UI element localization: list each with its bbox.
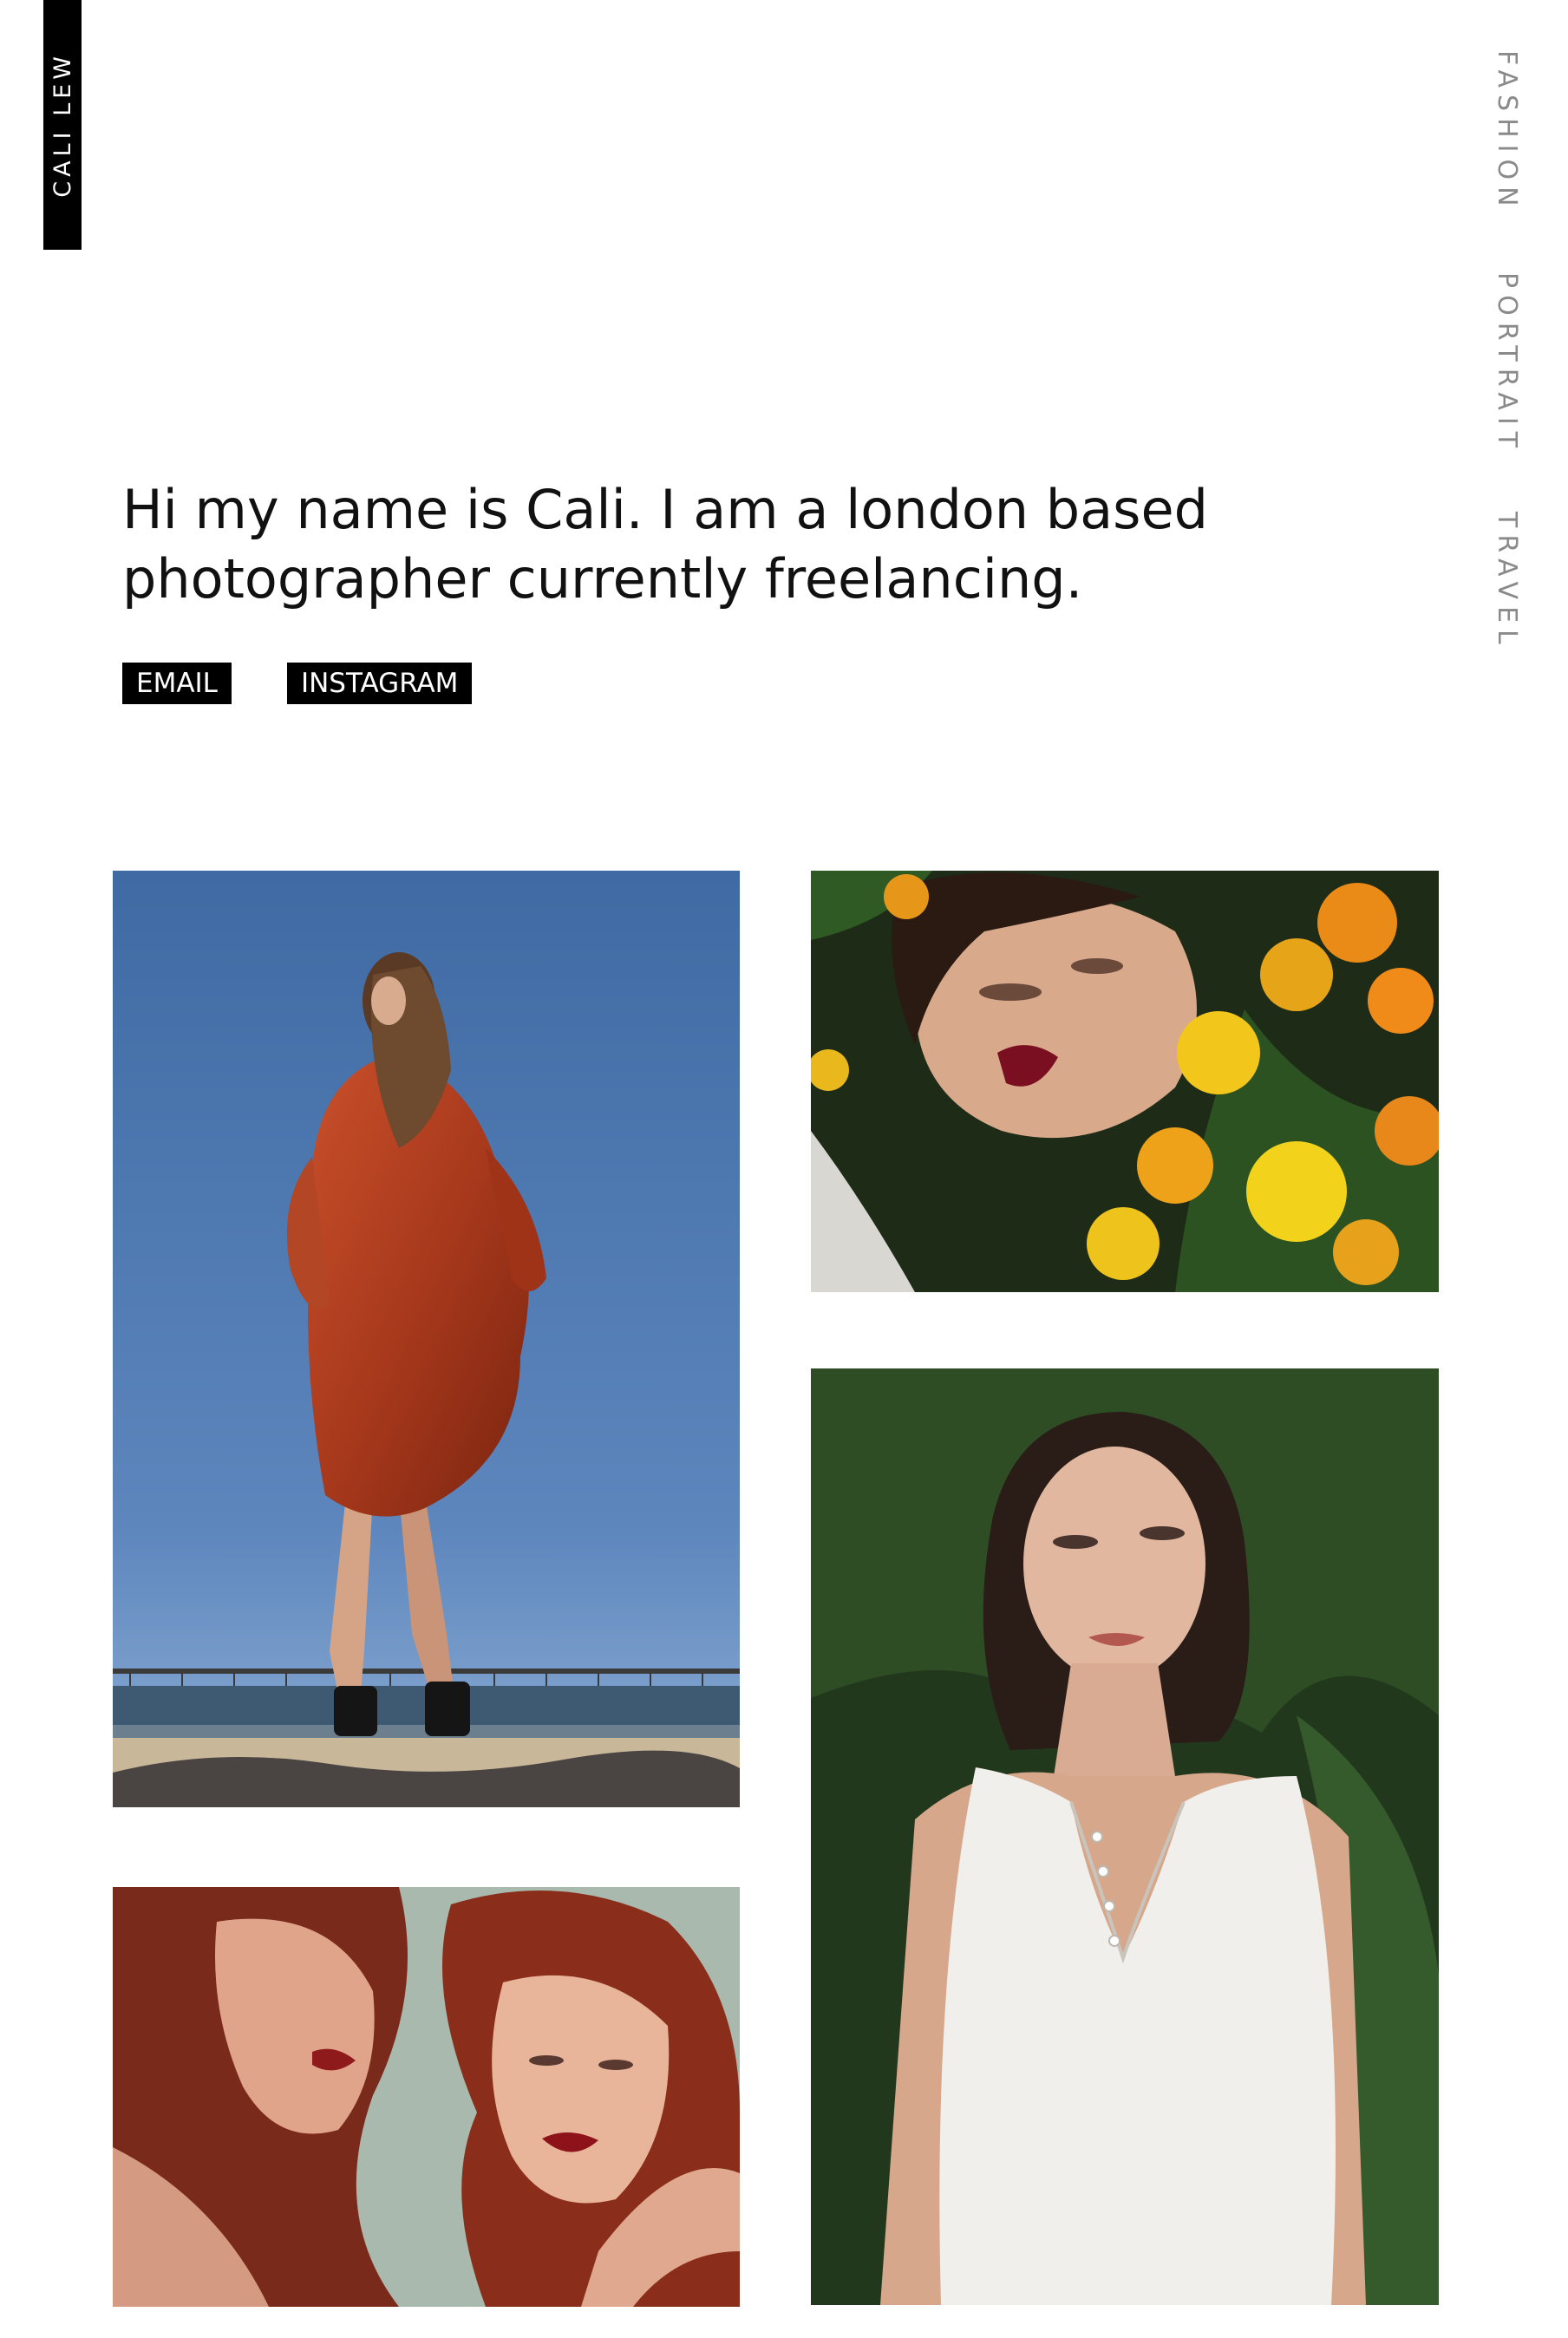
site-logo[interactable]: CALI LEW (43, 0, 82, 250)
gallery-photo-flowers[interactable] (811, 871, 1439, 1292)
intro-line-1: Hi my name is Cali. I am a london based (122, 478, 1208, 541)
nav-item-travel[interactable]: TRAVEL (1492, 512, 1522, 651)
contact-links: EMAIL INSTAGRAM (122, 663, 473, 704)
email-button[interactable]: EMAIL (122, 663, 232, 704)
gallery-photo-twins[interactable] (113, 1887, 740, 2307)
gallery-photo-beach[interactable] (113, 871, 740, 1807)
photo-greens-image (811, 1368, 1439, 2305)
main-nav: FASHION PORTRAIT TRAVEL (1492, 50, 1526, 657)
instagram-button[interactable]: INSTAGRAM (286, 663, 473, 704)
photo-beach-image (113, 871, 740, 1807)
logo-text: CALI LEW (49, 52, 76, 198)
nav-item-portrait[interactable]: PORTRAIT (1492, 272, 1522, 454)
photo-twins-image (113, 1887, 740, 2307)
photo-flowers-image (811, 871, 1439, 1292)
nav-item-fashion[interactable]: FASHION (1492, 50, 1522, 213)
intro-line-2: photographer currently freelancing. (122, 547, 1083, 611)
gallery-photo-greens[interactable] (811, 1368, 1439, 2305)
intro-heading: Hi my name is Cali. I am a london based … (122, 475, 1423, 614)
